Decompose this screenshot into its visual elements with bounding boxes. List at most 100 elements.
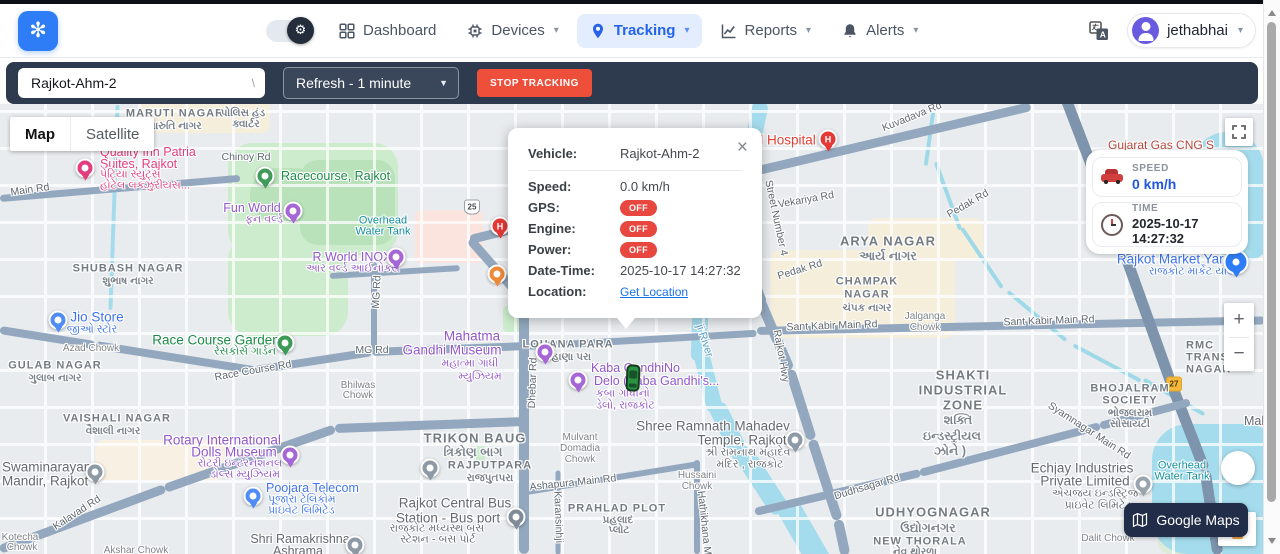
chip-icon bbox=[466, 22, 484, 40]
map-label: Chowk bbox=[565, 455, 596, 465]
temple-marker-icon[interactable] bbox=[86, 463, 105, 482]
store-marker-icon[interactable] bbox=[244, 487, 263, 506]
map-label: Racecourse, Rajkot bbox=[281, 170, 390, 183]
fullscreen-icon bbox=[1231, 124, 1247, 140]
park-marker-icon[interactable] bbox=[256, 167, 275, 186]
field-label: Engine: bbox=[528, 221, 620, 236]
map-label: શુભાષ નાગર bbox=[102, 276, 153, 287]
pan-control[interactable] bbox=[1221, 451, 1255, 485]
vehicle-select-value: Rajkot-Ahm-2 bbox=[31, 75, 117, 91]
page-scrollbar[interactable] bbox=[1263, 0, 1280, 554]
hospital-marker-icon[interactable]: H bbox=[819, 130, 838, 149]
get-location-link[interactable]: Get Location bbox=[620, 285, 688, 299]
chevron-down-icon: ▾ bbox=[1238, 25, 1243, 36]
zoom-out-button[interactable]: − bbox=[1224, 338, 1254, 372]
map-label: પ્રાઇવેટ લિમિટેડ bbox=[268, 506, 335, 517]
chevron-down-icon: ▾ bbox=[684, 25, 689, 36]
map-label: ARYA NAGAR bbox=[840, 235, 936, 248]
map-label: Karansinhji bbox=[552, 491, 564, 543]
dropdown-arrow-icon: ▼ bbox=[439, 78, 448, 88]
nav-label: Devices bbox=[491, 22, 544, 39]
map-label: Dhebar Rd bbox=[527, 357, 539, 408]
close-icon[interactable]: × bbox=[737, 138, 748, 157]
datetime-value: 2025-10-17 14:27:32 bbox=[620, 263, 741, 278]
popup-row-engine: Engine: OFF bbox=[528, 218, 742, 239]
map-label: Rajkot Market Yard bbox=[1117, 252, 1231, 266]
attraction-marker-icon[interactable] bbox=[284, 202, 303, 221]
cinema-marker-icon[interactable] bbox=[387, 248, 406, 267]
nav-item-tracking[interactable]: Tracking ▾ bbox=[577, 14, 702, 48]
svg-text:A: A bbox=[1100, 29, 1106, 39]
fullscreen-button[interactable] bbox=[1225, 118, 1253, 146]
nav-item-alerts[interactable]: Alerts ▾ bbox=[829, 14, 930, 48]
map-label: R World INOX bbox=[313, 251, 392, 264]
map-label: એચજય ઇન્ડસ્ટ્રિજ bbox=[1052, 489, 1138, 500]
garden-marker-icon[interactable] bbox=[276, 334, 295, 353]
speed-row: SPEED 0 km/h bbox=[1092, 157, 1242, 197]
popup-row-datetime: Date-Time: 2025-10-17 14:27:32 bbox=[528, 260, 742, 281]
map-label: Temple, Rajkot bbox=[697, 433, 786, 447]
theme-toggle[interactable]: ⚙ bbox=[266, 20, 312, 42]
map-type-satellite-button[interactable]: Satellite bbox=[70, 117, 154, 151]
map-label: UDHYOGNAGAR bbox=[875, 506, 991, 519]
field-label: Speed: bbox=[528, 179, 620, 194]
map-label: Domadia bbox=[560, 444, 600, 454]
scroll-down-icon bbox=[1268, 538, 1276, 548]
temple-marker-icon[interactable] bbox=[786, 431, 805, 450]
map-label: MG Rd bbox=[355, 345, 388, 356]
museum-marker-icon[interactable] bbox=[536, 343, 555, 362]
map-pin-icon bbox=[589, 22, 607, 40]
zoom-control: + − bbox=[1224, 303, 1254, 371]
time-value: 2025-10-17 14:27:32 bbox=[1132, 216, 1233, 246]
pan-up-icon bbox=[1234, 455, 1242, 463]
field-label: GPS: bbox=[528, 200, 620, 215]
pan-right-icon bbox=[1243, 464, 1251, 472]
nav-item-reports[interactable]: Reports ▾ bbox=[708, 14, 824, 48]
restaurant-marker-icon[interactable] bbox=[488, 265, 507, 284]
bell-icon bbox=[841, 22, 859, 40]
map-label: ક્વાર્ટર bbox=[232, 119, 259, 130]
bus-station-marker-icon[interactable] bbox=[507, 508, 526, 527]
pinwheel-logo-icon: ✻ bbox=[29, 20, 47, 41]
school-marker-icon[interactable] bbox=[421, 459, 440, 478]
hotel-marker-icon[interactable] bbox=[76, 159, 95, 178]
map-label: Delo (Kaba Gandhi's... bbox=[594, 375, 719, 388]
map-label: Chowk bbox=[910, 323, 941, 333]
map-label: Hussaini bbox=[678, 471, 716, 481]
google-maps-button[interactable]: Google Maps bbox=[1124, 503, 1248, 537]
time-label: TIME bbox=[1132, 203, 1233, 214]
map-label: Mandir, Rajkot bbox=[2, 474, 88, 488]
pan-left-icon bbox=[1225, 464, 1233, 472]
industry-marker-icon[interactable] bbox=[1134, 475, 1153, 494]
field-label: Date-Time: bbox=[528, 263, 620, 278]
museum-marker-icon[interactable] bbox=[569, 371, 588, 390]
language-button[interactable]: A bbox=[1087, 19, 1111, 43]
nav-item-dashboard[interactable]: Dashboard bbox=[326, 14, 448, 48]
store-marker-icon[interactable] bbox=[49, 311, 68, 330]
stop-tracking-button[interactable]: STOP TRACKING bbox=[477, 69, 592, 97]
map-label: શક્તિ bbox=[944, 414, 973, 427]
vehicle-select-input[interactable]: Rajkot-Ahm-2 \ bbox=[18, 68, 265, 98]
hospital-marker-icon[interactable]: H bbox=[491, 217, 510, 236]
map-label: મહાત્મા ગાંધી bbox=[442, 359, 499, 370]
map-label: ગુલાબ નાગર bbox=[28, 373, 81, 384]
nav-item-devices[interactable]: Devices ▾ bbox=[454, 14, 570, 48]
map-label: ઉદ્યોગનગર bbox=[900, 522, 955, 535]
ashram-marker-icon[interactable] bbox=[346, 536, 365, 554]
refresh-interval-select[interactable]: Refresh - 1 minute ▼ bbox=[283, 67, 459, 99]
divider bbox=[528, 170, 742, 171]
map-type-control: Map Satellite bbox=[10, 117, 154, 151]
map-label: SOCIETY bbox=[1102, 396, 1157, 407]
tracked-vehicle-marker[interactable] bbox=[625, 364, 640, 392]
map-label: Jio Store bbox=[70, 310, 123, 324]
map-canvas[interactable]: MARUTI NAGARમારુતિ નાગરપોલિસ હંડક્વાર્ટર… bbox=[0, 104, 1264, 554]
map-label: Fun World bbox=[223, 202, 280, 215]
map-type-map-button[interactable]: Map bbox=[10, 117, 70, 151]
user-menu[interactable]: jethabhai ▾ bbox=[1127, 13, 1256, 48]
map-label: ઝોને ) bbox=[934, 445, 966, 458]
app-logo[interactable]: ✻ bbox=[18, 11, 58, 51]
museum-marker-icon[interactable] bbox=[281, 446, 300, 465]
map-label: TRIKON BAUG bbox=[424, 432, 527, 445]
zoom-in-button[interactable]: + bbox=[1224, 303, 1254, 337]
map-label: GULAB NAGAR bbox=[8, 361, 102, 372]
